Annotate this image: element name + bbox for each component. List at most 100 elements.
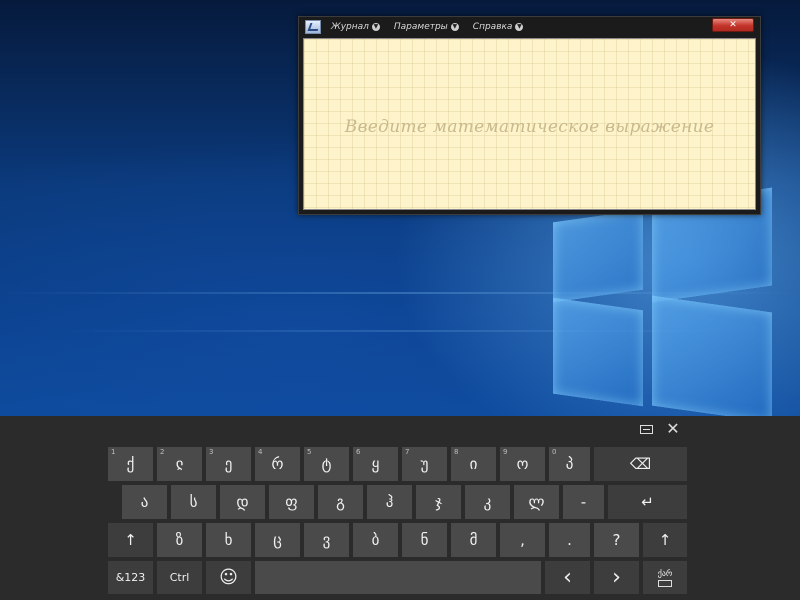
key[interactable]: 7უ <box>402 447 447 481</box>
key-label: ბ <box>371 531 380 549</box>
key-label: ქ <box>126 455 135 473</box>
key-label: ხ <box>224 531 233 549</box>
key[interactable]: ჯ <box>416 485 461 519</box>
key[interactable]: , <box>500 523 545 557</box>
enter-key[interactable]: ↵ <box>608 485 687 519</box>
key-label: ც <box>273 531 282 549</box>
key[interactable]: 3ე <box>206 447 251 481</box>
chevron-down-icon: ▼ <box>450 23 459 31</box>
key[interactable]: 4რ <box>255 447 300 481</box>
key-label: ჰ <box>385 493 394 511</box>
key-label: ზ <box>175 531 184 549</box>
key-number-hint: 0 <box>552 448 557 456</box>
writing-area-placeholder: Введите математическое выражение <box>344 117 715 137</box>
key[interactable]: 2ჺ <box>157 447 202 481</box>
menu-history-label: Журнал <box>331 22 369 32</box>
menu-help-label: Справка <box>472 22 513 32</box>
key[interactable]: ლ <box>514 485 559 519</box>
key[interactable]: ფ <box>269 485 314 519</box>
key-number-hint: 4 <box>258 448 263 456</box>
touch-keyboard: ✕ 1ქ 2ჺ 3ე 4რ 5ტ 6ყ 7უ 8ი 9ო 0პ ⌫ ა ს დ … <box>0 416 800 600</box>
shift-key-left[interactable]: ↑ <box>108 523 153 557</box>
key-label: ყ <box>371 455 380 473</box>
key[interactable]: ა <box>122 485 167 519</box>
chevron-down-icon: ▼ <box>371 23 380 31</box>
language-switch-key[interactable]: ქარ <box>643 561 687 594</box>
key[interactable]: ც <box>255 523 300 557</box>
key-number-hint: 6 <box>356 448 361 456</box>
key-label: &123 <box>115 571 146 584</box>
emoji-key[interactable]: ☺ <box>206 561 251 594</box>
window-close-button[interactable]: ✕ <box>712 18 754 32</box>
key-label: კ <box>483 493 492 511</box>
key[interactable]: 1ქ <box>108 447 153 481</box>
close-icon: ✕ <box>729 20 737 30</box>
key-label: ო <box>516 455 529 473</box>
ctrl-key[interactable]: Ctrl <box>157 561 202 594</box>
key-label: დ <box>236 493 249 511</box>
key[interactable]: ხ <box>206 523 251 557</box>
arrow-right-key[interactable]: › <box>594 561 639 594</box>
key[interactable]: გ <box>318 485 363 519</box>
shift-icon: ↑ <box>658 531 672 549</box>
key[interactable]: 5ტ <box>304 447 349 481</box>
emoji-icon: ☺ <box>219 567 238 588</box>
key[interactable]: მ <box>451 523 496 557</box>
key[interactable]: 8ი <box>451 447 496 481</box>
key[interactable]: ზ <box>157 523 202 557</box>
backspace-key[interactable]: ⌫ <box>594 447 687 481</box>
key[interactable]: დ <box>220 485 265 519</box>
menu-history[interactable]: Журнал ▼ <box>331 22 380 32</box>
key[interactable]: 0პ <box>549 447 590 481</box>
key-label: ვ <box>322 531 331 549</box>
key[interactable]: - <box>563 485 604 519</box>
key-label: უ <box>420 455 429 473</box>
handwriting-input-area[interactable]: Введите математическое выражение <box>303 38 756 210</box>
key-label: ი <box>469 455 478 473</box>
key[interactable]: ჰ <box>367 485 412 519</box>
chevron-left-icon: ‹ <box>563 565 572 590</box>
key-label: რ <box>271 455 284 473</box>
key-number-hint: 1 <box>111 448 116 456</box>
keyboard-icon <box>658 579 672 587</box>
chevron-down-icon: ▼ <box>515 23 524 31</box>
key-label: ? <box>612 531 621 549</box>
key-label: ფ <box>285 493 298 511</box>
menu-bar: Журнал ▼ Параметры ▼ Справка ▼ <box>299 17 760 37</box>
menu-help[interactable]: Справка ▼ <box>473 22 524 32</box>
key-label: ჯ <box>435 493 442 511</box>
key[interactable]: ს <box>171 485 216 519</box>
arrow-left-key[interactable]: ‹ <box>545 561 590 594</box>
key-label: პ <box>565 455 574 473</box>
key-label: ჺ <box>175 455 184 473</box>
key[interactable]: . <box>549 523 590 557</box>
space-key[interactable] <box>255 561 541 594</box>
math-input-app-icon[interactable] <box>305 20 321 34</box>
windows-logo-pane <box>553 209 643 303</box>
menu-options-label: Параметры <box>393 22 448 32</box>
key[interactable]: ? <box>594 523 639 557</box>
key-label: ლ <box>528 493 545 511</box>
key[interactable]: 6ყ <box>353 447 398 481</box>
key-number-hint: 9 <box>503 448 508 456</box>
enter-icon: ↵ <box>641 493 654 511</box>
key[interactable]: ვ <box>304 523 349 557</box>
keyboard-close-button[interactable]: ✕ <box>666 421 680 437</box>
key-label: ნ <box>420 531 429 549</box>
key-label: გ <box>336 493 345 511</box>
keyboard-dock-icon[interactable] <box>640 425 653 434</box>
key-label: ა <box>140 493 149 511</box>
key[interactable]: კ <box>465 485 510 519</box>
key[interactable]: ნ <box>402 523 447 557</box>
shift-icon: ↑ <box>124 531 137 549</box>
key-label: მ <box>469 531 478 549</box>
math-input-panel-window: Журнал ▼ Параметры ▼ Справка ▼ ✕ Введите… <box>298 16 761 215</box>
backspace-icon: ⌫ <box>629 455 652 473</box>
key[interactable]: ბ <box>353 523 398 557</box>
key[interactable]: 9ო <box>500 447 545 481</box>
windows-logo-pane <box>652 295 772 416</box>
numbers-symbols-key[interactable]: &123 <box>108 561 153 594</box>
key-number-hint: 2 <box>160 448 165 456</box>
shift-key-right[interactable]: ↑ <box>643 523 687 557</box>
menu-options[interactable]: Параметры ▼ <box>394 22 459 32</box>
